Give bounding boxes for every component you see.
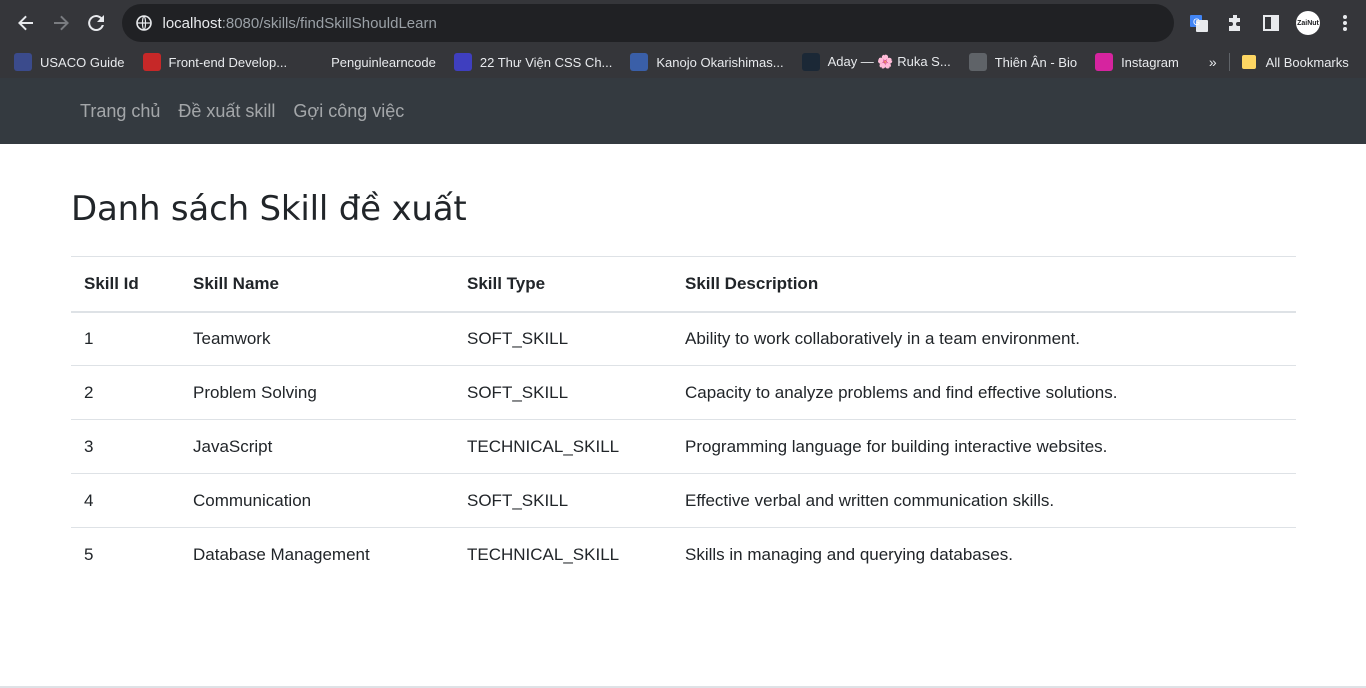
table-header-row: Skill Id Skill Name Skill Type Skill Des…	[71, 256, 1296, 313]
browser-toolbar: localhost:8080/skills/findSkillShouldLea…	[0, 0, 1366, 46]
cell-skill-description: Ability to work collaboratively in a tea…	[672, 311, 1296, 366]
bookmark-label: 22 Thư Viện CSS Ch...	[479, 54, 613, 70]
bookmark-label: USACO Guide	[40, 54, 125, 70]
cell-skill-type: TECHNICAL_SKILL	[454, 419, 672, 474]
cell-skill-name: Database Management	[193, 544, 370, 564]
table-row: 5 Database Management TECHNICAL_SKILL Skill…	[71, 528, 1296, 582]
url-path: :8080/skills/findSkillShouldLearn	[221, 14, 437, 32]
bookmark-label: Kanojo Okarishimas...	[656, 54, 784, 70]
table-row: 1 Teamwork SOFT_SKILL Ability to work colla…	[71, 311, 1296, 366]
site-info-icon[interactable]	[136, 15, 153, 31]
cell-skill-id: 3	[71, 419, 180, 474]
cell-skill-type: SOFT_SKILL	[454, 473, 672, 528]
cell-skill-description: Programming language for building intera…	[672, 419, 1296, 474]
table-row: 4 Communication SOFT_SKILL Effective verbal…	[71, 473, 1296, 528]
cell-skill-name: Communication	[180, 473, 454, 528]
bookmark-item[interactable]: USACO Guide	[14, 53, 125, 71]
nav-suggest-skill-link[interactable]: Đề xuất skill	[178, 101, 275, 122]
forward-button[interactable]	[45, 7, 77, 39]
side-panel-icon[interactable]	[1260, 12, 1282, 34]
cell-skill-name: Problem Solving	[180, 365, 454, 420]
address-bar[interactable]: localhost:8080/skills/findSkillShouldLea…	[122, 4, 1174, 42]
cell-skill-type: SOFT_SKILL	[454, 311, 672, 366]
cell-skill-type: SOFT_SKILL	[454, 365, 672, 420]
table-row: 3 JavaScript TECHNICAL_SKILL Programming la…	[71, 419, 1296, 474]
all-bookmarks-label: All Bookmarks	[1265, 54, 1349, 70]
cell-skill-id: 1	[71, 311, 180, 366]
penguin-icon	[305, 53, 324, 71]
cell-skill-id: 2	[71, 365, 180, 420]
cell-skill-type: TECHNICAL_SKILL	[467, 544, 620, 564]
url-host: localhost	[162, 14, 222, 32]
bookmark-item[interactable]: Kanojo Okarishimas...	[630, 53, 784, 71]
profile-avatar[interactable]: ZaiNut	[1296, 11, 1320, 35]
bookmark-item[interactable]: Front-end Develop...	[142, 53, 288, 71]
bookmark-item[interactable]: Thiên Ân - Bio	[968, 53, 1078, 71]
header-skill-type: Skill Type	[454, 256, 672, 313]
cell-skill-id: 5	[84, 544, 94, 564]
table-row: 2 Problem Solving SOFT_SKILL Capacity to an…	[71, 365, 1296, 420]
reload-button[interactable]	[80, 7, 112, 39]
cell-skill-description: Effective verbal and written communicati…	[672, 473, 1296, 528]
cell-skill-name: Teamwork	[180, 311, 454, 366]
tumblr-icon	[801, 53, 820, 71]
bookmark-label: Thiên Ân - Bio	[994, 54, 1078, 70]
bookmark-item[interactable]: Aday — 🌸 Ruka S...	[801, 53, 951, 71]
n-icon	[453, 53, 472, 71]
page-title: Danh sách Skill đề xuất	[71, 189, 467, 229]
nav-home-link[interactable]: Trang chủ	[80, 101, 160, 122]
skills-table: Skill Id Skill Name Skill Type Skill Des…	[71, 256, 1296, 582]
nav-suggest-job-link[interactable]: Gợi công việc	[293, 101, 404, 122]
folder-icon	[1241, 55, 1256, 69]
svg-text:G: G	[1193, 17, 1200, 27]
cell-skill-name: JavaScript	[180, 419, 454, 474]
cell-skill-description: Capacity to analyze problems and find ef…	[672, 365, 1296, 420]
all-bookmarks-button[interactable]: All Bookmarks	[1241, 54, 1349, 70]
bookmarks-bar: USACO Guide Front-end Develop... Penguinle…	[0, 46, 1366, 78]
bookmark-label: Aday — 🌸 Ruka S...	[827, 54, 951, 69]
usaco-icon	[14, 53, 32, 71]
bookmark-label: Instagram	[1121, 54, 1179, 70]
bookmark-item[interactable]: Penguinlearncode	[305, 53, 436, 71]
bookmark-item[interactable]: Instagram	[1095, 53, 1179, 71]
header-skill-id: Skill Id	[71, 256, 180, 313]
back-button[interactable]	[10, 7, 42, 39]
bookmarks-overflow-button[interactable]: »	[1209, 54, 1217, 70]
app-navbar: Trang chủ Đề xuất skill Gợi công việc	[0, 78, 1366, 144]
frontend-icon	[142, 53, 161, 71]
bookmarks-divider	[1228, 53, 1230, 71]
bookmark-item[interactable]: 22 Thư Viện CSS Ch...	[453, 53, 613, 71]
more-menu-icon[interactable]	[1334, 12, 1356, 34]
bookmark-label: Front-end Develop...	[168, 54, 288, 70]
instagram-icon	[1095, 53, 1114, 71]
extensions-icon[interactable]	[1224, 12, 1246, 34]
main-content: Danh sách Skill đề xuất Skill Id Skill N…	[0, 144, 1366, 582]
cell-skill-id: 4	[71, 473, 180, 528]
bookmark-label: Penguinlearncode	[331, 54, 436, 70]
header-skill-description: Skill Description	[672, 256, 1296, 313]
header-skill-name: Skill Name	[180, 256, 454, 313]
rc-icon	[630, 53, 649, 71]
translate-icon[interactable]: G	[1188, 12, 1210, 34]
globe-icon	[968, 53, 987, 71]
cell-skill-description: Skills in managing and querying database…	[685, 544, 1013, 564]
